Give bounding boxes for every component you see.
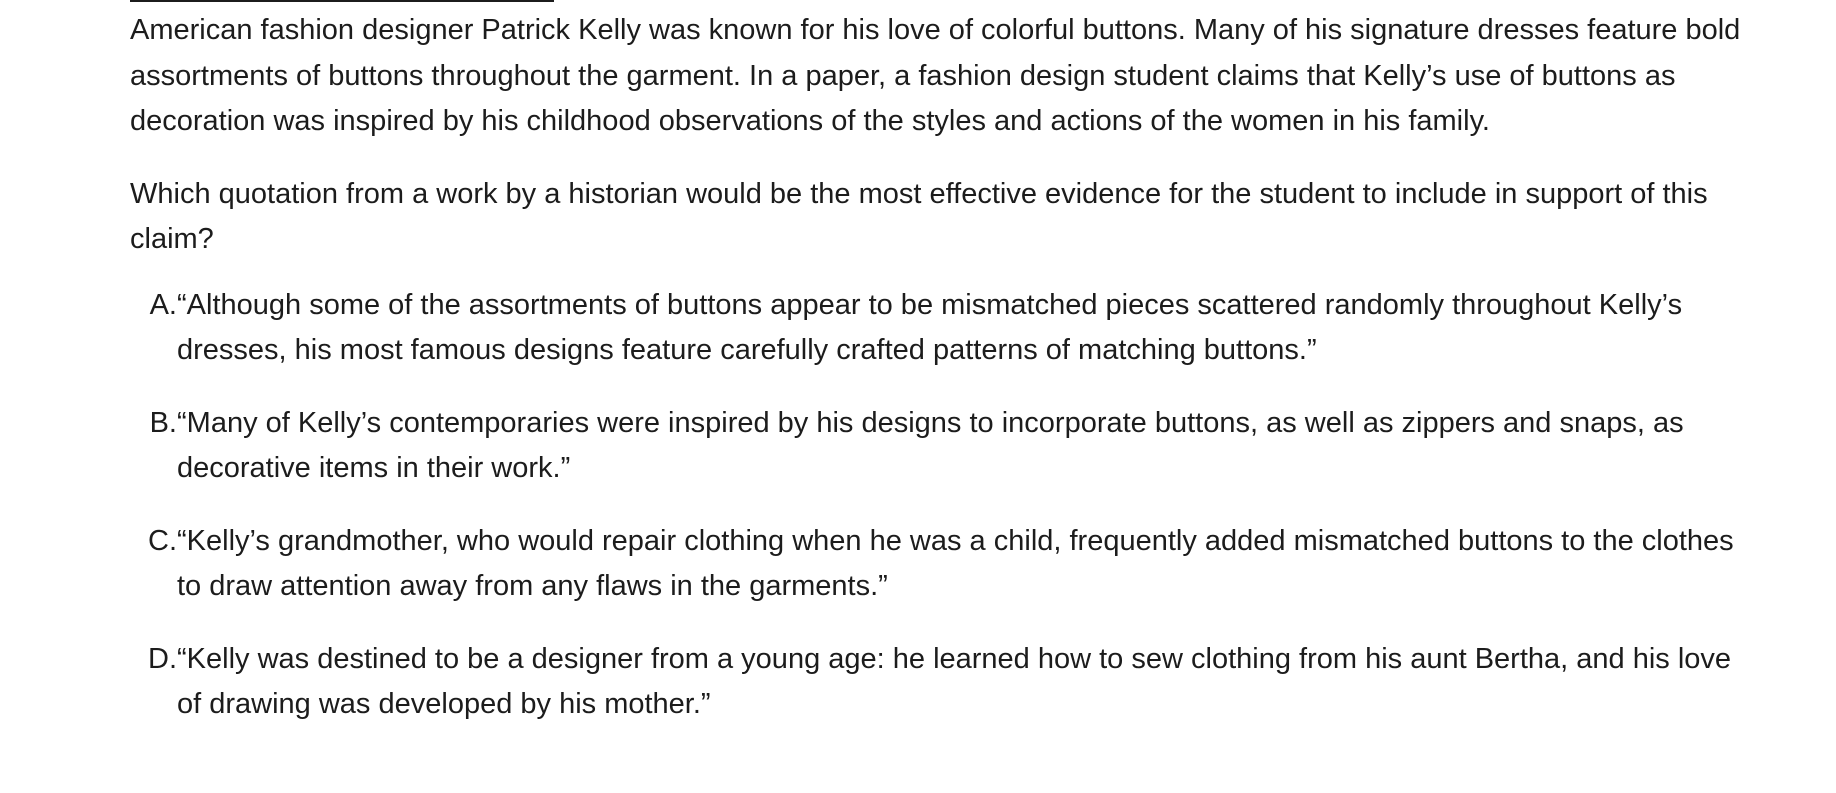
- answer-choice-a[interactable]: A. “Although some of the assortments of …: [130, 283, 1750, 374]
- answer-choices: A. “Although some of the assortments of …: [130, 283, 1750, 728]
- question-prompt: Which quotation from a work by a histori…: [130, 177, 1708, 256]
- answer-choice-d[interactable]: D. “Kelly was destined to be a designer …: [130, 637, 1750, 728]
- choice-text: “Although some of the assortments of but…: [177, 288, 1683, 367]
- question-page: American fashion designer Patrick Kelly …: [130, 0, 1750, 755]
- choice-letter: A.: [149, 288, 177, 321]
- choice-letter: D.: [148, 642, 177, 675]
- answer-choice-c[interactable]: C. “Kelly’s grandmother, who would repai…: [130, 519, 1750, 610]
- answer-choice-b[interactable]: B. “Many of Kelly’s contemporaries were …: [130, 401, 1750, 492]
- choice-letter: C.: [148, 524, 177, 557]
- passage-text: American fashion designer Patrick Kelly …: [130, 14, 1741, 137]
- choice-letter: B.: [149, 406, 177, 439]
- choice-text: “Kelly was destined to be a designer fro…: [177, 642, 1732, 721]
- choice-text: “Many of Kelly’s contemporaries were ins…: [177, 406, 1684, 485]
- choice-text: “Kelly’s grandmother, who would repair c…: [177, 524, 1734, 603]
